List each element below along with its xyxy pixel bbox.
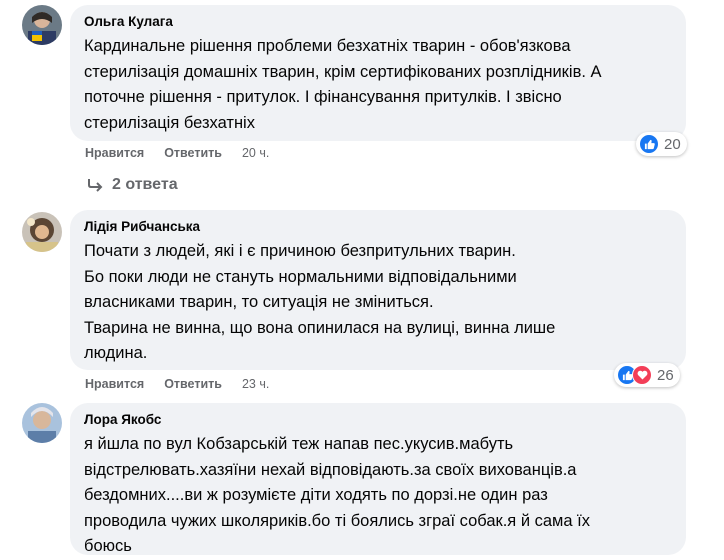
reply-button[interactable]: Ответить (164, 377, 222, 391)
comment-actions: Нравится Ответить 20 ч. (85, 146, 269, 160)
timestamp[interactable]: 20 ч. (242, 146, 269, 160)
view-replies-link[interactable]: 2 ответа (86, 176, 178, 194)
love-icon (632, 365, 652, 385)
comment-author[interactable]: Ольга Кулага (84, 13, 672, 31)
like-button[interactable]: Нравится (85, 377, 144, 391)
comment-text: Почати з людей, які і є причиною безприт… (84, 242, 556, 362)
reaction-count[interactable]: 26 (614, 363, 680, 387)
avatar[interactable] (22, 403, 62, 443)
comment-author[interactable]: Лора Якобс (84, 411, 672, 429)
comment-author[interactable]: Лідія Рибчанська (84, 218, 672, 236)
comment-bubble: Лідія Рибчанська Почати з людей, які і є… (70, 210, 686, 370)
replies-label: 2 ответа (112, 176, 178, 193)
reply-button[interactable]: Ответить (164, 146, 222, 160)
comment-bubble: Лора Якобс я йшла по вул Кобзарській теж… (70, 403, 686, 555)
reaction-count[interactable]: 20 (636, 132, 687, 156)
comment-actions: Нравится Ответить 23 ч. (85, 377, 269, 391)
reply-arrow-icon (88, 179, 103, 192)
reaction-number: 26 (657, 366, 674, 384)
reaction-number: 20 (664, 135, 681, 153)
like-button[interactable]: Нравится (85, 146, 144, 160)
like-icon (639, 134, 659, 154)
avatar[interactable] (22, 212, 62, 252)
comment-text: я йшла по вул Кобзарській теж напав пес.… (84, 435, 590, 555)
avatar[interactable] (22, 5, 62, 45)
comment-text: Кардинальне рішення проблеми безхатніх т… (84, 37, 602, 132)
timestamp[interactable]: 23 ч. (242, 377, 269, 391)
comment-bubble: Ольга Кулага Кардинальне рішення проблем… (70, 5, 686, 141)
